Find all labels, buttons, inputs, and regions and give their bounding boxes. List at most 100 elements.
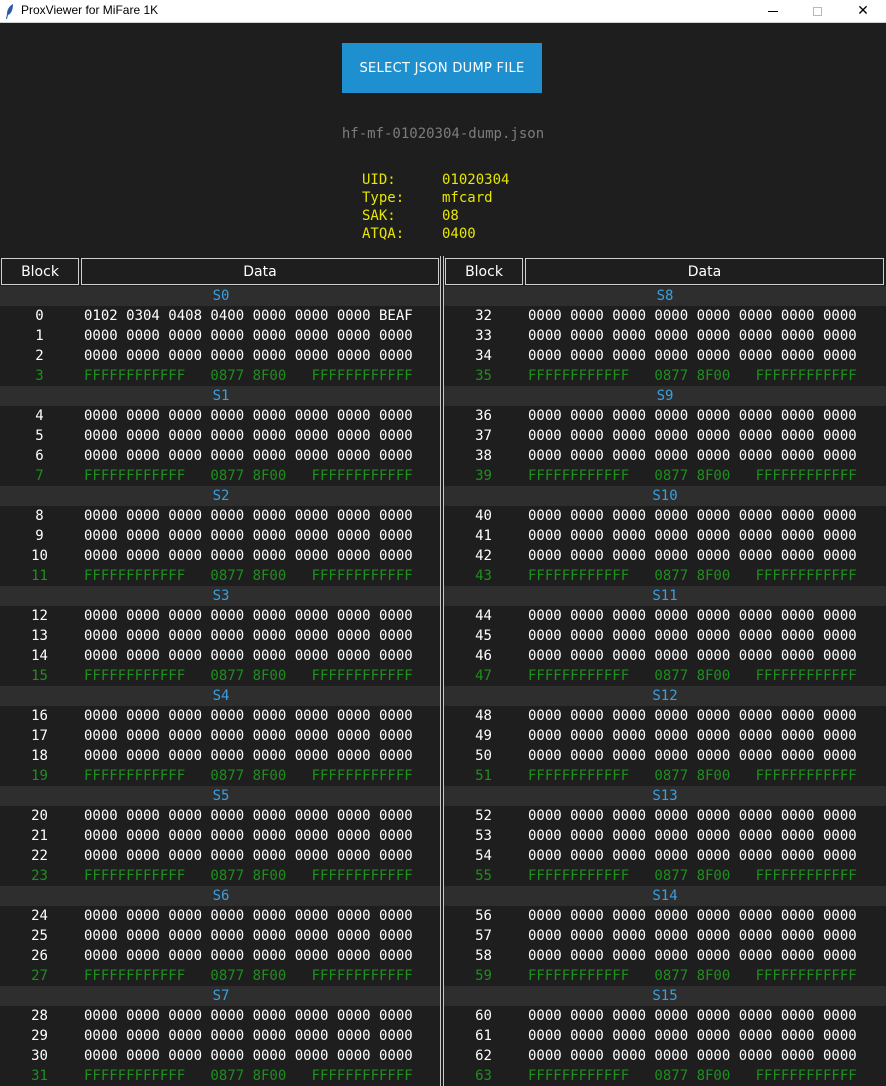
block-number: 1 — [35, 328, 44, 344]
sector-trailer-row[interactable]: 3 FFFFFFFFFFFF 0877 8F00 FFFFFFFFFFFF — [0, 366, 442, 386]
block-row[interactable]: 21 0000 0000 0000 0000 0000 0000 0000 000… — [0, 826, 442, 846]
sector-trailer-row[interactable]: 35 FFFFFFFFFFFF 0877 8F00 FFFFFFFFFFFF — [444, 366, 886, 386]
block-number: 30 — [31, 1048, 48, 1064]
block-row[interactable]: 12 0000 0000 0000 0000 0000 0000 0000 000… — [0, 606, 442, 626]
block-row[interactable]: 33 0000 0000 0000 0000 0000 0000 0000 000… — [444, 326, 886, 346]
block-data: 0000 0000 0000 0000 0000 0000 0000 0000 — [84, 628, 413, 644]
block-data: 0000 0000 0000 0000 0000 0000 0000 0000 — [84, 908, 413, 924]
block-row[interactable]: 18 0000 0000 0000 0000 0000 0000 0000 000… — [0, 746, 442, 766]
block-row[interactable]: 32 0000 0000 0000 0000 0000 0000 0000 000… — [444, 306, 886, 326]
block-row[interactable]: 26 0000 0000 0000 0000 0000 0000 0000 000… — [0, 946, 442, 966]
block-row[interactable]: 24 0000 0000 0000 0000 0000 0000 0000 000… — [0, 906, 442, 926]
block-row[interactable]: 54 0000 0000 0000 0000 0000 0000 0000 000… — [444, 846, 886, 866]
block-data: 0000 0000 0000 0000 0000 0000 0000 0000 — [528, 748, 857, 764]
block-number: 7 — [35, 468, 44, 484]
block-row[interactable]: 9 0000 0000 0000 0000 0000 0000 0000 0000 — [0, 526, 442, 546]
block-row[interactable]: 62 0000 0000 0000 0000 0000 0000 0000 000… — [444, 1046, 886, 1066]
block-row[interactable]: 20 0000 0000 0000 0000 0000 0000 0000 000… — [0, 806, 442, 826]
block-row[interactable]: 42 0000 0000 0000 0000 0000 0000 0000 000… — [444, 546, 886, 566]
block-number: 16 — [31, 708, 48, 724]
block-row[interactable]: 52 0000 0000 0000 0000 0000 0000 0000 000… — [444, 806, 886, 826]
block-row[interactable]: 10 0000 0000 0000 0000 0000 0000 0000 000… — [0, 546, 442, 566]
block-row[interactable]: 60 0000 0000 0000 0000 0000 0000 0000 000… — [444, 1006, 886, 1026]
sector-trailer-row[interactable]: 55 FFFFFFFFFFFF 0877 8F00 FFFFFFFFFFFF — [444, 866, 886, 886]
block-row[interactable]: 36 0000 0000 0000 0000 0000 0000 0000 000… — [444, 406, 886, 426]
block-number: 36 — [475, 408, 492, 424]
minimize-button[interactable] — [750, 0, 796, 22]
block-number: 3 — [35, 368, 44, 384]
sector-trailer-row[interactable]: 19 FFFFFFFFFFFF 0877 8F00 FFFFFFFFFFFF — [0, 766, 442, 786]
block-number: 63 — [475, 1068, 492, 1084]
sector-trailer-row[interactable]: 51 FFFFFFFFFFFF 0877 8F00 FFFFFFFFFFFF — [444, 766, 886, 786]
sector-trailer-row[interactable]: 27 FFFFFFFFFFFF 0877 8F00 FFFFFFFFFFFF — [0, 966, 442, 986]
block-number: 9 — [35, 528, 44, 544]
block-number: 43 — [475, 568, 492, 584]
sector-trailer-row[interactable]: 31 FFFFFFFFFFFF 0877 8F00 FFFFFFFFFFFF — [0, 1066, 442, 1086]
block-row[interactable]: 30 0000 0000 0000 0000 0000 0000 0000 000… — [0, 1046, 442, 1066]
sector-trailer-row[interactable]: 39 FFFFFFFFFFFF 0877 8F00 FFFFFFFFFFFF — [444, 466, 886, 486]
block-data: 0000 0000 0000 0000 0000 0000 0000 0000 — [528, 628, 857, 644]
sector-title: S5 — [0, 786, 442, 806]
sector-trailer-row[interactable]: 47 FFFFFFFFFFFF 0877 8F00 FFFFFFFFFFFF — [444, 666, 886, 686]
block-row[interactable]: 13 0000 0000 0000 0000 0000 0000 0000 000… — [0, 626, 442, 646]
sector-trailer-row[interactable]: 59 FFFFFFFFFFFF 0877 8F00 FFFFFFFFFFFF — [444, 966, 886, 986]
block-row[interactable]: 45 0000 0000 0000 0000 0000 0000 0000 000… — [444, 626, 886, 646]
block-row[interactable]: 44 0000 0000 0000 0000 0000 0000 0000 000… — [444, 606, 886, 626]
block-data: FFFFFFFFFFFF 0877 8F00 FFFFFFFFFFFF — [528, 868, 857, 884]
block-number: 13 — [31, 628, 48, 644]
block-column-header[interactable]: Block — [445, 258, 523, 285]
block-data: 0000 0000 0000 0000 0000 0000 0000 0000 — [84, 348, 413, 364]
block-row[interactable]: 1 0000 0000 0000 0000 0000 0000 0000 0000 — [0, 326, 442, 346]
block-number: 10 — [31, 548, 48, 564]
sector-trailer-row[interactable]: 15 FFFFFFFFFFFF 0877 8F00 FFFFFFFFFFFF — [0, 666, 442, 686]
block-row[interactable]: 40 0000 0000 0000 0000 0000 0000 0000 000… — [444, 506, 886, 526]
block-row[interactable]: 5 0000 0000 0000 0000 0000 0000 0000 0000 — [0, 426, 442, 446]
block-data: 0000 0000 0000 0000 0000 0000 0000 0000 — [528, 848, 857, 864]
block-row[interactable]: 49 0000 0000 0000 0000 0000 0000 0000 000… — [444, 726, 886, 746]
block-row[interactable]: 25 0000 0000 0000 0000 0000 0000 0000 000… — [0, 926, 442, 946]
block-row[interactable]: 50 0000 0000 0000 0000 0000 0000 0000 000… — [444, 746, 886, 766]
block-row[interactable]: 16 0000 0000 0000 0000 0000 0000 0000 000… — [0, 706, 442, 726]
block-number: 17 — [31, 728, 48, 744]
block-number: 41 — [475, 528, 492, 544]
close-button[interactable]: ✕ — [840, 0, 886, 22]
block-row[interactable]: 56 0000 0000 0000 0000 0000 0000 0000 000… — [444, 906, 886, 926]
sector-trailer-row[interactable]: 43 FFFFFFFFFFFF 0877 8F00 FFFFFFFFFFFF — [444, 566, 886, 586]
block-row[interactable]: 6 0000 0000 0000 0000 0000 0000 0000 0000 — [0, 446, 442, 466]
block-row[interactable]: 0 0102 0304 0408 0400 0000 0000 0000 BEAF — [0, 306, 442, 326]
block-row[interactable]: 58 0000 0000 0000 0000 0000 0000 0000 000… — [444, 946, 886, 966]
block-row[interactable]: 28 0000 0000 0000 0000 0000 0000 0000 000… — [0, 1006, 442, 1026]
block-table-body: S0 0 0102 0304 0408 0400 0000 0000 0000 BE… — [0, 286, 442, 1086]
block-row[interactable]: 37 0000 0000 0000 0000 0000 0000 0000 000… — [444, 426, 886, 446]
block-row[interactable]: 4 0000 0000 0000 0000 0000 0000 0000 0000 — [0, 406, 442, 426]
block-row[interactable]: 29 0000 0000 0000 0000 0000 0000 0000 000… — [0, 1026, 442, 1046]
block-column-header[interactable]: Block — [1, 258, 79, 285]
sector-trailer-row[interactable]: 63 FFFFFFFFFFFF 0877 8F00 FFFFFFFFFFFF — [444, 1066, 886, 1086]
block-row[interactable]: 61 0000 0000 0000 0000 0000 0000 0000 000… — [444, 1026, 886, 1046]
sector-trailer-row[interactable]: 23 FFFFFFFFFFFF 0877 8F00 FFFFFFFFFFFF — [0, 866, 442, 886]
block-row[interactable]: 34 0000 0000 0000 0000 0000 0000 0000 000… — [444, 346, 886, 366]
block-data: 0000 0000 0000 0000 0000 0000 0000 0000 — [84, 448, 413, 464]
block-number: 48 — [475, 708, 492, 724]
data-column-header[interactable]: Data — [525, 258, 884, 285]
block-row[interactable]: 17 0000 0000 0000 0000 0000 0000 0000 000… — [0, 726, 442, 746]
sector-trailer-row[interactable]: 7 FFFFFFFFFFFF 0877 8F00 FFFFFFFFFFFF — [0, 466, 442, 486]
block-row[interactable]: 53 0000 0000 0000 0000 0000 0000 0000 000… — [444, 826, 886, 846]
data-column-header[interactable]: Data — [81, 258, 439, 285]
block-row[interactable]: 38 0000 0000 0000 0000 0000 0000 0000 000… — [444, 446, 886, 466]
block-data: 0000 0000 0000 0000 0000 0000 0000 0000 — [84, 948, 413, 964]
block-row[interactable]: 46 0000 0000 0000 0000 0000 0000 0000 000… — [444, 646, 886, 666]
block-row[interactable]: 22 0000 0000 0000 0000 0000 0000 0000 000… — [0, 846, 442, 866]
sector-trailer-row[interactable]: 11 FFFFFFFFFFFF 0877 8F00 FFFFFFFFFFFF — [0, 566, 442, 586]
block-number: 31 — [31, 1068, 48, 1084]
block-row[interactable]: 57 0000 0000 0000 0000 0000 0000 0000 000… — [444, 926, 886, 946]
select-json-dump-file-button[interactable]: SELECT JSON DUMP FILE — [342, 43, 542, 93]
block-row[interactable]: 8 0000 0000 0000 0000 0000 0000 0000 0000 — [0, 506, 442, 526]
maximize-button[interactable] — [794, 0, 840, 22]
block-row[interactable]: 48 0000 0000 0000 0000 0000 0000 0000 000… — [444, 706, 886, 726]
block-number: 0 — [35, 308, 44, 324]
block-row[interactable]: 14 0000 0000 0000 0000 0000 0000 0000 000… — [0, 646, 442, 666]
block-row[interactable]: 2 0000 0000 0000 0000 0000 0000 0000 0000 — [0, 346, 442, 366]
block-row[interactable]: 41 0000 0000 0000 0000 0000 0000 0000 000… — [444, 526, 886, 546]
block-data: 0000 0000 0000 0000 0000 0000 0000 0000 — [528, 928, 857, 944]
